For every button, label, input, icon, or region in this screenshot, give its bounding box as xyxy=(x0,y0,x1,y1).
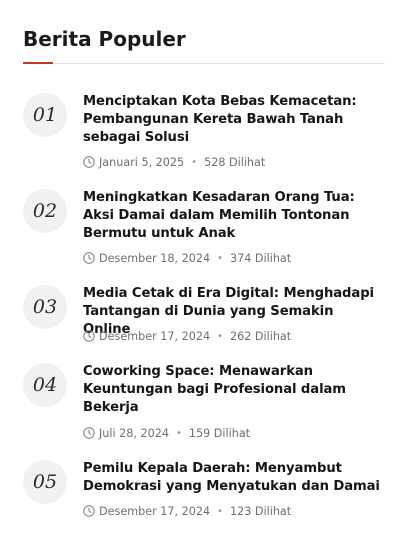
post-meta: Desember 17, 2024 • 123 Dilihat xyxy=(83,503,291,519)
post-date: Desember 17, 2024 xyxy=(99,329,211,343)
post-views: 374 Dilihat xyxy=(229,251,292,265)
post-views: 123 Dilihat xyxy=(229,504,292,518)
clock-icon xyxy=(83,156,95,168)
post-rank-badge: 03 xyxy=(23,285,67,329)
clock-icon xyxy=(83,427,95,439)
post-meta: Desember 18, 2024 • 374 Dilihat xyxy=(83,250,291,266)
post-date: Januari 5, 2025 xyxy=(99,155,185,169)
clock-icon xyxy=(83,505,95,517)
post-date: Desember 18, 2024 xyxy=(99,251,211,265)
clock-icon xyxy=(83,252,95,264)
post-meta: Januari 5, 2025 • 528 Dilihat xyxy=(83,154,265,170)
post-title-link[interactable]: Coworking Space: Menawarkan Keuntungan b… xyxy=(83,363,385,418)
post-title-link[interactable]: Menciptakan Kota Bebas Kemacetan: Pemban… xyxy=(83,93,385,148)
post-rank-badge: 05 xyxy=(23,460,67,504)
widget-title: Berita Populer xyxy=(23,27,186,51)
post-date: Juli 28, 2024 xyxy=(99,426,169,440)
post-title-link[interactable]: Pemilu Kepala Daerah: Menyambut Demokras… xyxy=(83,460,385,496)
post-views: 159 Dilihat xyxy=(188,426,251,440)
clock-icon xyxy=(83,330,95,342)
post-views: 262 Dilihat xyxy=(229,329,292,343)
post-title-link[interactable]: Meningkatkan Kesadaran Orang Tua: Aksi D… xyxy=(83,189,385,244)
post-date: Desember 17, 2024 xyxy=(99,504,211,518)
meta-separator: • xyxy=(217,252,223,264)
meta-separator: • xyxy=(191,156,198,168)
post-rank-badge: 04 xyxy=(23,363,67,407)
title-divider xyxy=(23,63,385,64)
meta-separator: • xyxy=(175,427,182,439)
meta-separator: • xyxy=(217,330,223,342)
post-views: 528 Dilihat xyxy=(204,155,266,169)
title-accent-bar xyxy=(23,62,53,64)
meta-separator: • xyxy=(217,505,223,517)
post-meta: Juli 28, 2024 • 159 Dilihat xyxy=(83,425,250,441)
post-rank-badge: 02 xyxy=(23,189,67,233)
post-meta: Desember 17, 2024 • 262 Dilihat xyxy=(83,328,291,344)
post-rank-badge: 01 xyxy=(23,93,67,137)
